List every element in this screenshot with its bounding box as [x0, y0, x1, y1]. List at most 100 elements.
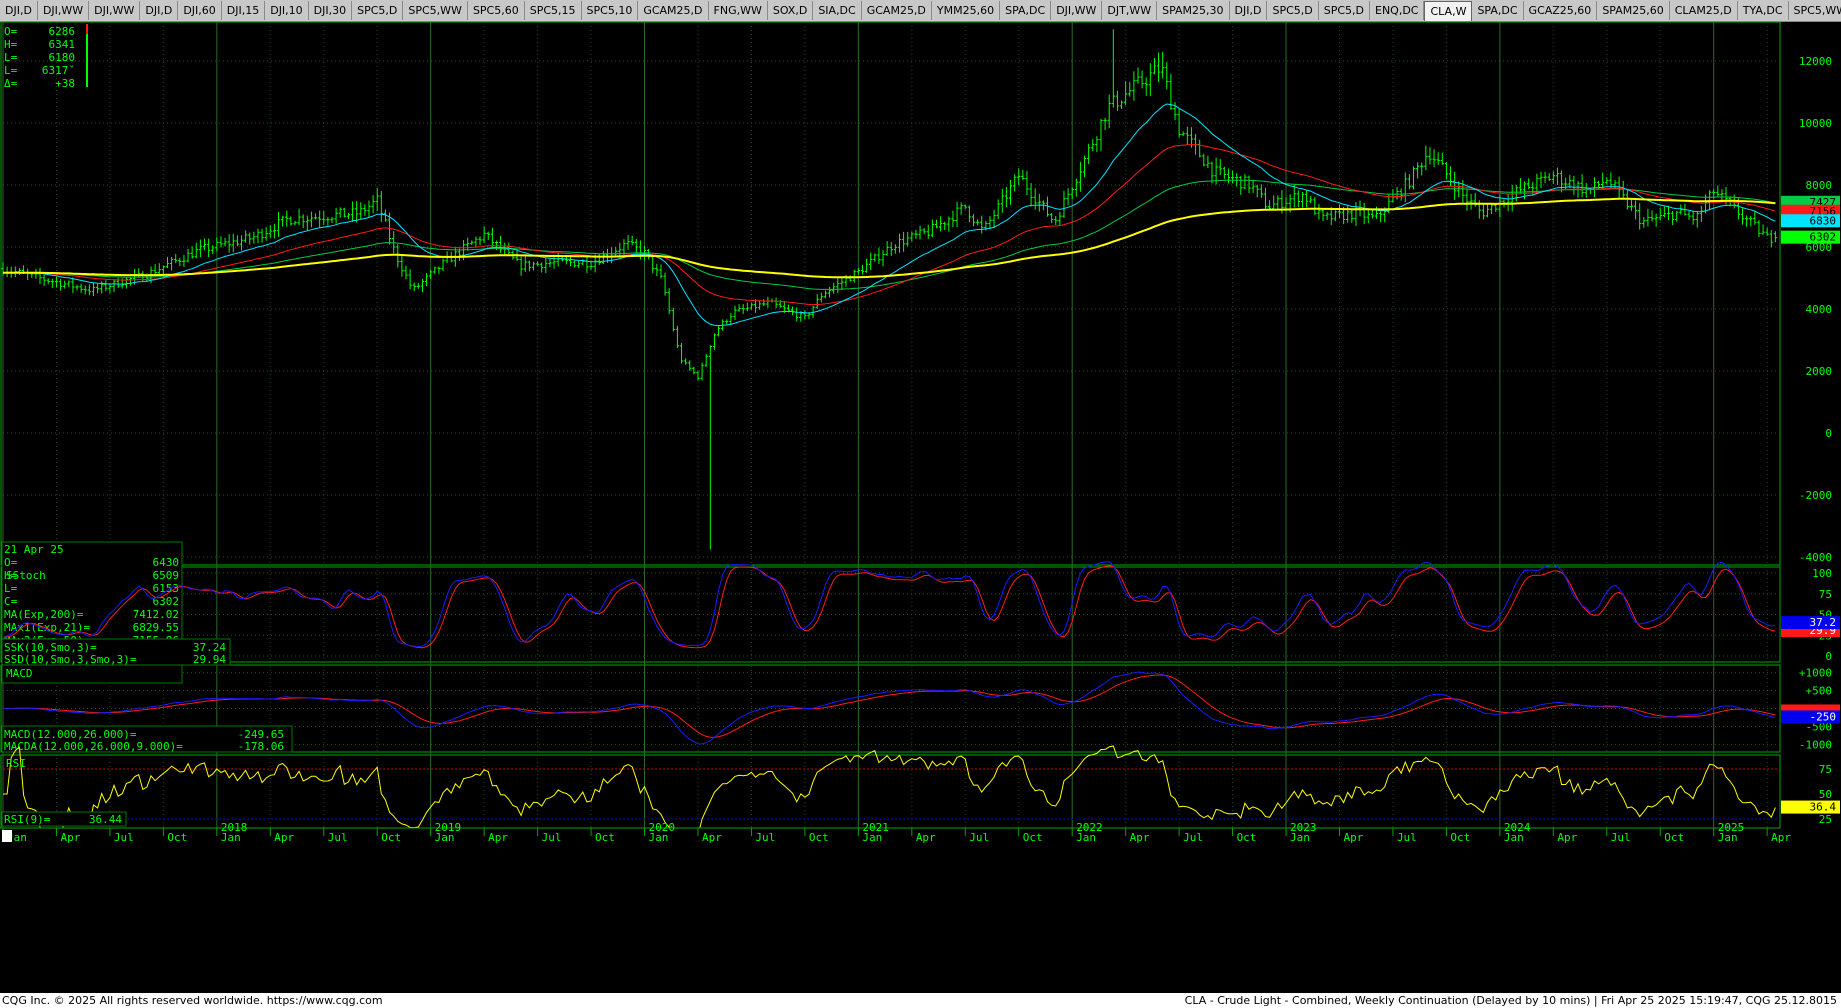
tab-spc5-10[interactable]: SPC5,10 — [582, 1, 639, 20]
year-label: 2022 — [1076, 821, 1103, 834]
readout-label: H= — [4, 38, 18, 51]
readout-label: L= — [4, 64, 18, 77]
tab-dji-d[interactable]: DJI,D — [0, 1, 38, 20]
tab-dji-10[interactable]: DJI,10 — [265, 1, 309, 20]
tab-spc5-d[interactable]: SPC5,D — [1319, 1, 1370, 20]
month-label: Oct — [595, 831, 615, 844]
tab-dji-ww[interactable]: DJI,WW — [89, 1, 141, 20]
tab-fng-ww[interactable]: FNG,WW — [709, 1, 768, 20]
data-box-label: MA(Exp,200)= — [4, 608, 84, 621]
year-label: 2020 — [649, 821, 676, 834]
readout-value: 6286 — [49, 25, 76, 38]
rsi-axis-label: 25 — [1819, 813, 1832, 826]
price-axis-label: 0 — [1825, 427, 1832, 440]
tab-dji-60[interactable]: DJI,60 — [178, 1, 222, 20]
tab-sia-dc[interactable]: SIA,DC — [813, 1, 862, 20]
price-axis-label: 4000 — [1806, 303, 1833, 316]
month-label: Oct — [1450, 831, 1470, 844]
macd-readout-label: MACDA(12.000,26.000,9.000)= — [4, 740, 183, 753]
status-bar: CQG Inc. © 2025 All rights reserved worl… — [0, 993, 1841, 1008]
tab-cla-w[interactable]: CLA,W — [1424, 1, 1473, 21]
rsi-readout-value: 36.44 — [89, 813, 122, 826]
readout-value: 6180 — [49, 51, 76, 64]
tab-dji-d[interactable]: DJI,D — [140, 1, 179, 20]
month-label: Apr — [702, 831, 722, 844]
month-label: Oct — [381, 831, 401, 844]
chart-description: CLA - Crude Light - Combined, Weekly Con… — [1184, 994, 1837, 1007]
price-axis-label: 12000 — [1799, 55, 1832, 68]
macd-axis-label: +1000 — [1799, 667, 1832, 680]
month-label: Jul — [114, 831, 134, 844]
readout-label: Δ= — [4, 77, 18, 90]
rsi-readout-label: RSI(9)= — [4, 813, 51, 826]
tab-dji-ww[interactable]: DJI,WW — [38, 1, 90, 20]
year-label: 2019 — [435, 821, 462, 834]
tab-spam25-60[interactable]: SPAM25,60 — [1597, 1, 1670, 20]
tab-spc5-15[interactable]: SPC5,15 — [525, 1, 582, 20]
tab-spa-dc[interactable]: SPA,DC — [1472, 1, 1524, 20]
month-label: Apr — [1343, 831, 1363, 844]
month-label: Apr — [488, 831, 508, 844]
price-axis-label: 10000 — [1799, 117, 1832, 130]
tab-gcam25-d[interactable]: GCAM25,D — [862, 1, 932, 20]
tab-gcam25-d[interactable]: GCAM25,D — [638, 1, 709, 20]
stoch-axis-label: 0 — [1825, 650, 1832, 663]
data-box-date: 21 Apr 25 — [4, 543, 64, 556]
year-label: 2024 — [1504, 821, 1531, 834]
price-axis-label: 2000 — [1806, 365, 1833, 378]
month-label: Jul — [328, 831, 348, 844]
macd-axis-label: -1000 — [1799, 738, 1832, 751]
chart-background — [0, 22, 1841, 993]
month-label: Jul — [1183, 831, 1203, 844]
rsi-axis-label: 50 — [1819, 788, 1832, 801]
tab-spam25-30[interactable]: SPAM25,30 — [1157, 1, 1230, 20]
tab-spc5-60[interactable]: SPC5,60 — [468, 1, 525, 20]
tab-dji-30[interactable]: DJI,30 — [309, 1, 353, 20]
stoch-readout-label: SSD(10,Smo,3,Smo,3)= — [4, 653, 137, 666]
stoch-readout-value: 29.94 — [193, 653, 226, 666]
month-label: Apr — [916, 831, 936, 844]
month-label: Jul — [542, 831, 562, 844]
symbol-tab-bar: DJI,D DJI,WW DJI,WW DJI,D DJI,60 DJI,15 DJI,10… — [0, 0, 1841, 22]
tab-djt-ww[interactable]: DJT,WW — [1102, 1, 1158, 20]
macd-title: MACD — [6, 667, 33, 680]
price-badge-value: 6830 — [1810, 214, 1837, 227]
tab-sox-d[interactable]: SOX,D — [768, 1, 814, 20]
scroll-handle — [2, 830, 12, 842]
tab-spc5-d[interactable]: SPC5,D — [352, 1, 404, 20]
month-label: Jul — [1397, 831, 1417, 844]
readout-label: O= — [4, 25, 18, 38]
tab-dji-ww[interactable]: DJI,WW — [1051, 1, 1103, 20]
stoch-axis-label: 100 — [1812, 567, 1832, 580]
macd-readout-value: -178.06 — [238, 740, 284, 753]
rsi-title: RSI — [6, 757, 26, 770]
month-label: Oct — [1664, 831, 1684, 844]
tab-enq-dc[interactable]: ENQ,DC — [1370, 1, 1425, 20]
month-label: Apr — [1557, 831, 1577, 844]
tab-spc5-ww[interactable]: SPC5,WW — [1789, 1, 1841, 20]
tab-dji-d[interactable]: DJI,D — [1230, 1, 1268, 20]
readout-value: 6341 — [49, 38, 76, 51]
tab-gcaz25-60[interactable]: GCAZ25,60 — [1524, 1, 1598, 20]
year-label: 2021 — [862, 821, 889, 834]
chart-area[interactable]: 120001000080006000400020000-2000-4000742… — [0, 22, 1841, 993]
copyright-text: CQG Inc. © 2025 All rights reserved worl… — [2, 994, 383, 1007]
year-label: 2023 — [1290, 821, 1317, 834]
macd-axis-label: +500 — [1806, 685, 1833, 698]
month-label: Apr — [60, 831, 80, 844]
tab-spc5-d[interactable]: SPC5,D — [1267, 1, 1319, 20]
data-box-value: 7412.02 — [133, 608, 179, 621]
tab-tya-dc[interactable]: TYA,DC — [1738, 1, 1789, 20]
month-label: Jul — [755, 831, 775, 844]
year-label: 2025 — [1718, 821, 1745, 834]
tab-dji-15[interactable]: DJI,15 — [222, 1, 266, 20]
readout-label: L= — [4, 51, 18, 64]
tab-spa-dc[interactable]: SPA,DC — [1000, 1, 1052, 20]
month-label: Oct — [1023, 831, 1043, 844]
month-label: Oct — [1237, 831, 1257, 844]
tab-ymm25-60[interactable]: YMM25,60 — [932, 1, 1001, 20]
tab-clam25-d[interactable]: CLAM25,D — [1670, 1, 1738, 20]
tab-spc5-ww[interactable]: SPC5,WW — [403, 1, 468, 20]
month-label: Jul — [969, 831, 989, 844]
month-label: Jul — [1611, 831, 1631, 844]
